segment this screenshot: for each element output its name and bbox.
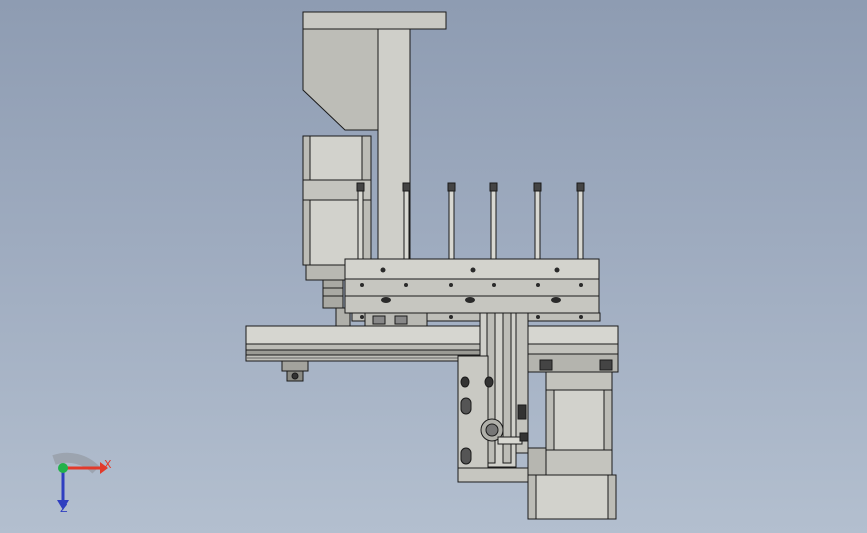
coordinate-triad: X Z [40, 450, 120, 520]
right-stepper-motor [527, 371, 617, 520]
carriage [364, 312, 428, 328]
x-axis-label: X [104, 458, 112, 471]
y-axis-dot [58, 463, 68, 473]
model-viewport[interactable]: X Z [0, 0, 867, 533]
assembly-drawing [245, 11, 619, 520]
rail-end-block [527, 343, 619, 373]
z-axis-label: Z [60, 502, 68, 515]
